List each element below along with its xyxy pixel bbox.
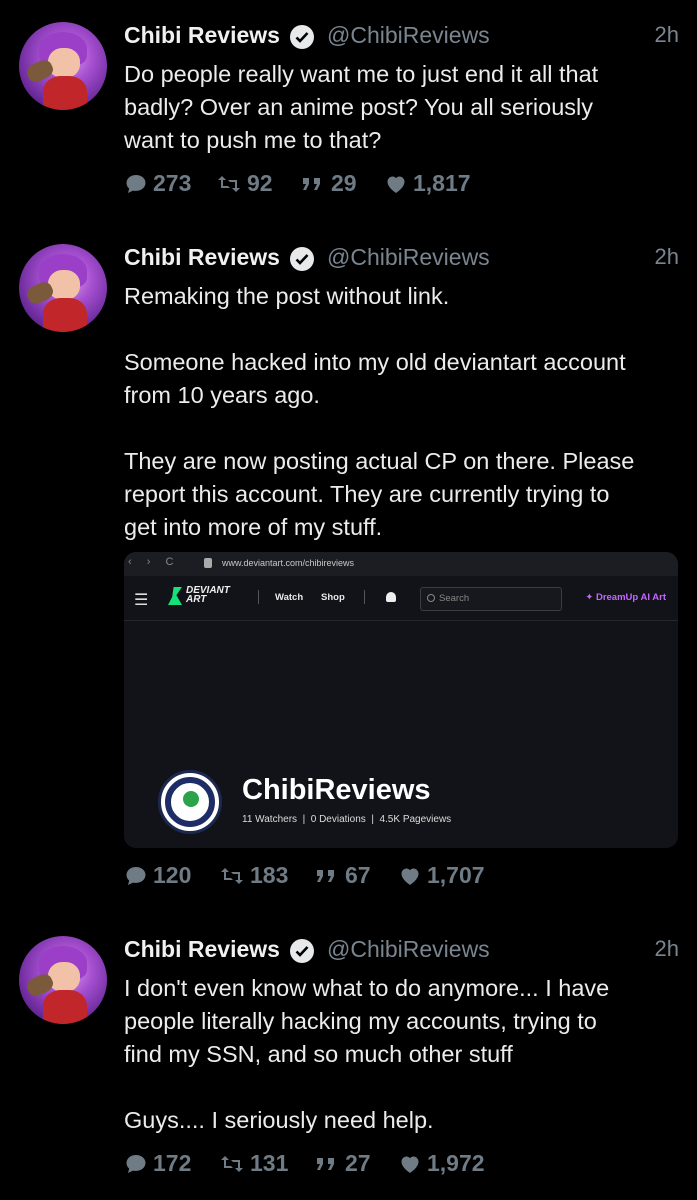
tweet-text: I don't even know what to do anymore... … [124, 975, 610, 1133]
retweet-icon [221, 867, 243, 884]
quote-button[interactable]: 67 [314, 862, 371, 889]
timestamp[interactable]: 2h [655, 936, 679, 962]
heart-icon [387, 176, 405, 193]
deviantart-search-field: Search [420, 587, 562, 611]
profile-stats: 11 Watchers | 0 Deviations | 4.5K Pagevi… [242, 814, 452, 825]
dreamup-link: ✦ DreamUp AI Art [585, 592, 666, 603]
like-button[interactable]: 1,817 [384, 170, 471, 197]
quote-count: 27 [345, 1150, 371, 1176]
tweet-header: Chibi Reviews @ChibiReviews 2h [124, 236, 679, 276]
reply-icon [126, 174, 146, 193]
header-divider [124, 620, 678, 621]
reply-count: 120 [153, 862, 192, 888]
reply-count: 172 [153, 1150, 192, 1176]
tweet-header: Chibi Reviews @ChibiReviews 2h [124, 14, 679, 54]
retweet-icon [218, 175, 240, 192]
author-handle[interactable]: @ChibiReviews [327, 936, 490, 963]
verified-badge-icon [290, 247, 314, 271]
reply-button[interactable]: 273 [124, 170, 191, 197]
bell-icon [386, 592, 396, 602]
reply-icon [126, 1154, 146, 1173]
heart-icon [401, 1156, 419, 1173]
reply-count: 273 [153, 170, 192, 196]
tweet-header: Chibi Reviews @ChibiReviews 2h [124, 928, 679, 968]
nav-divider [364, 590, 365, 604]
browser-url-bar: ‹ › C www.deviantart.com/chibireviews [124, 552, 678, 576]
author-handle[interactable]: @ChibiReviews [327, 244, 490, 271]
verified-badge-icon [290, 939, 314, 963]
timestamp[interactable]: 2h [655, 22, 679, 48]
avatar[interactable] [19, 244, 107, 332]
author-name[interactable]: Chibi Reviews [124, 244, 280, 271]
browser-url: www.deviantart.com/chibireviews [222, 558, 355, 568]
lock-icon [204, 558, 212, 568]
reply-icon [126, 866, 146, 885]
reply-button[interactable]: 120 [124, 862, 191, 889]
like-count: 1,817 [413, 170, 471, 196]
profile-name: ChibiReviews [242, 774, 431, 806]
deviantart-logo-icon [168, 587, 182, 605]
tweet-1[interactable]: Chibi Reviews @ChibiReviews 2h Do people… [0, 14, 697, 214]
quote-button[interactable]: 27 [314, 1150, 371, 1177]
author-handle[interactable]: @ChibiReviews [327, 22, 490, 49]
retweet-button[interactable]: 183 [219, 862, 288, 889]
search-icon [427, 594, 435, 602]
hamburger-menu-icon: ☰ [134, 592, 149, 609]
tweet-actions: 172 131 27 1,972 [124, 1150, 644, 1184]
retweet-count: 131 [250, 1150, 289, 1176]
nav-watch: Watch [275, 592, 304, 603]
avatar[interactable] [19, 936, 107, 1024]
quote-icon [303, 177, 320, 190]
tweet-actions: 120 183 67 1,707 [124, 862, 644, 896]
quote-button[interactable]: 29 [300, 170, 357, 197]
quote-count: 29 [331, 170, 357, 196]
tweet-3[interactable]: Chibi Reviews @ChibiReviews 2h I don't e… [0, 928, 697, 1200]
deviantart-logo-text: DEVIANT ART [186, 585, 230, 605]
retweet-count: 183 [250, 862, 289, 888]
profile-avatar [158, 770, 222, 834]
timestamp[interactable]: 2h [655, 244, 679, 270]
retweet-button[interactable]: 131 [219, 1150, 288, 1177]
browser-nav-icons: ‹ › C [128, 556, 180, 568]
retweet-button[interactable]: 92 [216, 170, 273, 197]
like-count: 1,972 [427, 1150, 485, 1176]
like-count: 1,707 [427, 862, 485, 888]
like-button[interactable]: 1,972 [398, 1150, 485, 1177]
tweet-actions: 273 92 29 1,817 [124, 170, 644, 204]
screenshot-attachment[interactable]: ‹ › C www.deviantart.com/chibireviews ☰ … [124, 552, 678, 848]
avatar[interactable] [19, 22, 107, 110]
tweet-text: Remaking the post without link. Someone … [124, 283, 635, 540]
retweet-icon [221, 1155, 243, 1172]
quote-icon [317, 869, 334, 882]
verified-badge-icon [290, 25, 314, 49]
author-name[interactable]: Chibi Reviews [124, 936, 280, 963]
quote-icon [317, 1157, 334, 1170]
like-button[interactable]: 1,707 [398, 862, 485, 889]
tweet-text: Do people really want me to just end it … [124, 61, 599, 153]
quote-count: 67 [345, 862, 371, 888]
author-name[interactable]: Chibi Reviews [124, 22, 280, 49]
retweet-count: 92 [247, 170, 273, 196]
heart-icon [401, 868, 419, 885]
nav-shop: Shop [321, 592, 345, 603]
search-placeholder: Search [439, 593, 470, 604]
reply-button[interactable]: 172 [124, 1150, 191, 1177]
nav-divider [258, 590, 259, 604]
